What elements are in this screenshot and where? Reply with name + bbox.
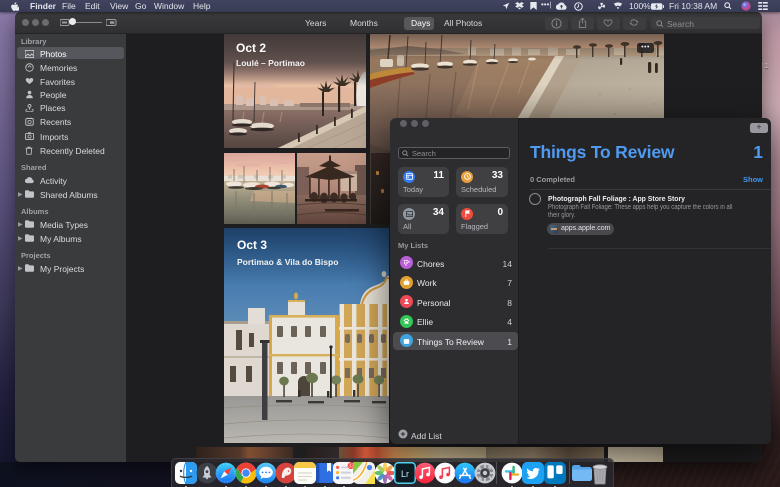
svg-text:Lr: Lr xyxy=(401,469,409,479)
